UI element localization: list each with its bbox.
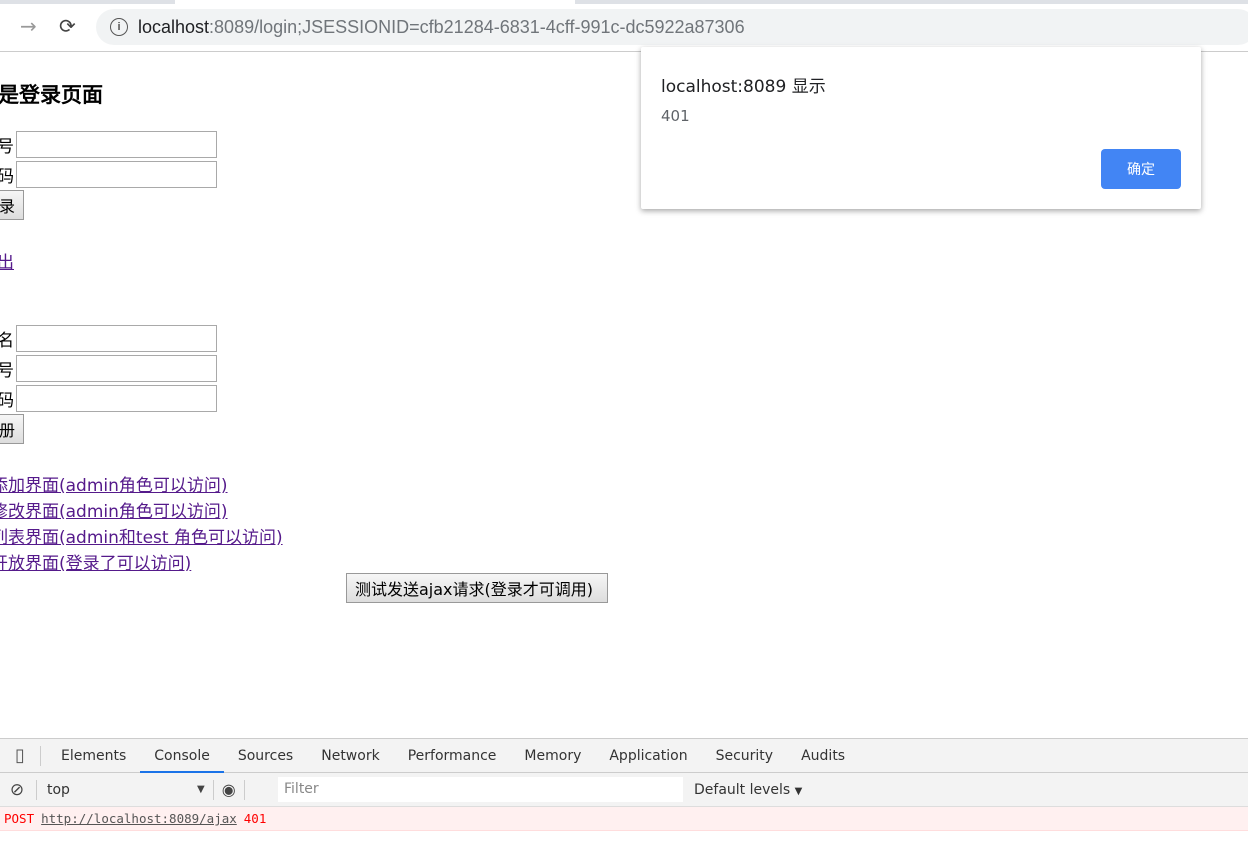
devtools-panel: ▯ Elements Console Sources Network Perfo… [0, 738, 1248, 867]
context-dropdown-icon[interactable]: ▼ [197, 784, 205, 795]
logout-link[interactable]: 出 [0, 248, 14, 273]
dialog-ok-button[interactable]: 确定 [1101, 149, 1181, 189]
console-toolbar: ⊘ top ▼ ◉ Filter Default levels ▼ [0, 773, 1248, 807]
tab-sources[interactable]: Sources [224, 739, 307, 773]
log-status: 401 [243, 811, 267, 826]
tab-performance[interactable]: Performance [394, 739, 511, 773]
console-error-row: POST http://localhost:8089/ajax 401 [0, 807, 1248, 831]
url-host: localhost [138, 16, 210, 37]
devtools-tabbar: ▯ Elements Console Sources Network Perfo… [0, 739, 1248, 773]
dialog-title: localhost:8089 显示 [661, 77, 826, 97]
url-path: :8089/login;JSESSIONID=cfb21284-6831-4cf… [209, 16, 745, 37]
console-filter-input[interactable]: Filter [278, 777, 683, 802]
link-edit-page[interactable]: 修改界面(admin角色可以访问) [0, 497, 228, 522]
device-toggle-icon[interactable]: ▯ [0, 745, 40, 766]
tab-application[interactable]: Application [595, 739, 701, 773]
divider [212, 779, 214, 800]
tab-console[interactable]: Console [140, 739, 224, 773]
context-select[interactable]: top [47, 782, 197, 798]
browser-toolbar: → ⟳ i localhost:8089/login;JSESSIONID=cf… [0, 0, 1248, 52]
alert-dialog: localhost:8089 显示 401 确定 [641, 47, 1201, 209]
register-name-input[interactable] [16, 325, 217, 352]
active-tab[interactable] [175, 0, 575, 4]
register-button[interactable]: 册 [0, 414, 25, 444]
page-title: 是登录页面 [0, 83, 103, 107]
divider [243, 779, 245, 800]
tab-strip [0, 0, 1248, 4]
tab-memory[interactable]: Memory [510, 739, 595, 773]
dialog-message: 401 [661, 107, 690, 125]
clear-console-icon[interactable]: ⊘ [0, 780, 34, 800]
forward-icon[interactable]: → [20, 14, 37, 38]
divider [40, 745, 41, 766]
ajax-test-button[interactable]: 测试发送ajax请求(登录才可调用) [346, 573, 608, 603]
login-button[interactable]: 录 [0, 190, 25, 220]
eye-icon[interactable]: ◉ [222, 780, 236, 799]
reload-icon[interactable]: ⟳ [59, 14, 76, 38]
link-list-page[interactable]: 列表界面(admin和test 角色可以访问) [0, 523, 283, 548]
tab-audits[interactable]: Audits [787, 739, 859, 773]
info-icon[interactable]: i [110, 18, 128, 36]
register-account-input[interactable] [16, 355, 217, 382]
register-password-input[interactable] [16, 385, 217, 412]
log-url-link[interactable]: http://localhost:8089/ajax [41, 811, 237, 826]
chevron-down-icon: ▼ [794, 785, 803, 797]
login-password-input[interactable] [16, 161, 217, 188]
login-account-input[interactable] [16, 131, 217, 158]
tab-elements[interactable]: Elements [47, 739, 140, 773]
divider [36, 779, 37, 800]
tab-security[interactable]: Security [702, 739, 788, 773]
link-add-page[interactable]: 添加界面(admin角色可以访问) [0, 471, 228, 496]
address-bar[interactable]: i localhost:8089/login;JSESSIONID=cfb212… [96, 9, 1248, 45]
log-method: POST [4, 811, 35, 826]
link-open-page[interactable]: 开放界面(登录了可以访问) [0, 549, 191, 574]
tab-network[interactable]: Network [307, 739, 393, 773]
log-levels-label: Default levels [694, 781, 791, 798]
log-levels-dropdown[interactable]: Default levels ▼ [694, 782, 802, 798]
